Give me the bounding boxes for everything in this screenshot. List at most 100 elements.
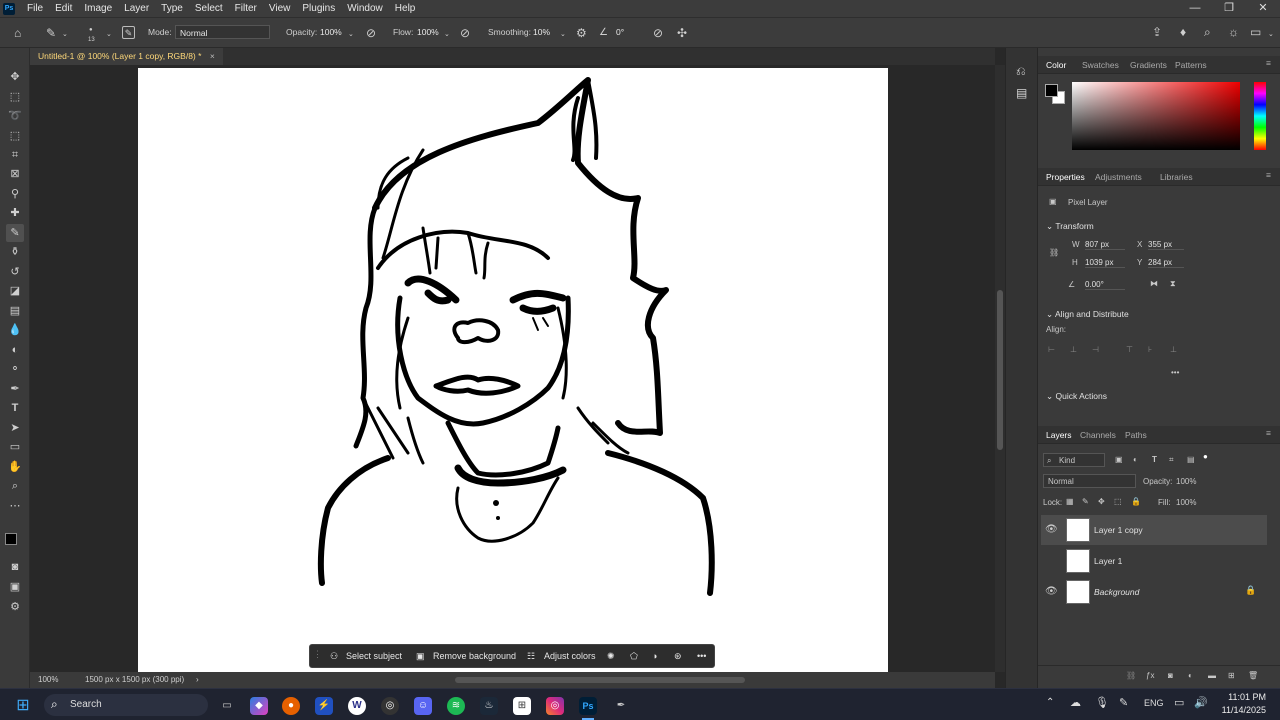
status-arrow-icon[interactable]: › <box>196 672 199 688</box>
panel-menu-icon[interactable]: ≡ <box>1266 428 1271 438</box>
align-center-icon[interactable]: ⊥ <box>1070 345 1077 354</box>
windows-start-icon[interactable]: ⊞ <box>14 697 32 715</box>
visibility-eye-icon[interactable]: 👁 <box>1045 586 1058 597</box>
menu-window[interactable]: Window <box>341 0 389 17</box>
tab-channels[interactable]: Channels <box>1080 430 1116 440</box>
eyedropper-tool-icon[interactable]: ⚲ <box>6 185 24 203</box>
healing-brush-tool-icon[interactable]: ✚ <box>6 204 24 222</box>
brush-settings-icon[interactable]: ✎ <box>122 26 135 39</box>
menu-image[interactable]: Image <box>78 0 118 17</box>
tab-properties[interactable]: Properties <box>1046 172 1085 182</box>
generative-icon[interactable]: ✺ <box>607 651 615 662</box>
pressure-size-icon[interactable]: ⊘ <box>653 27 663 39</box>
align-top-icon[interactable]: ⊤ <box>1126 345 1133 354</box>
copilot-icon[interactable]: ◆ <box>250 697 268 715</box>
pen-tool-icon[interactable]: ✒ <box>6 380 24 398</box>
transform-icon[interactable]: ⬠ <box>630 651 638 662</box>
airbrush-icon[interactable]: ⊘ <box>460 27 470 39</box>
quick-actions-header[interactable]: ⌄ Quick Actions <box>1046 391 1107 402</box>
gear-icon[interactable]: ⚙ <box>576 27 587 39</box>
select-subject-button[interactable]: Select subject <box>346 651 402 661</box>
flow-value[interactable]: 100% <box>417 27 439 37</box>
align-right-icon[interactable]: ⊣ <box>1092 345 1099 354</box>
zoom-search-tool-icon[interactable]: ⚬ <box>6 360 24 378</box>
more-tools-icon[interactable]: ⋯ <box>6 497 24 515</box>
app-icon[interactable]: ⚡ <box>315 697 333 715</box>
flip-vertical-icon[interactable]: ⧗ <box>1170 279 1176 289</box>
network-icon[interactable]: ▭ <box>1174 696 1184 709</box>
delete-layer-icon[interactable]: 🗑 <box>1248 671 1258 680</box>
photoshop-taskbar-icon[interactable]: Ps <box>579 697 597 715</box>
quick-mask-icon[interactable]: ◙ <box>6 558 24 576</box>
filter-adjustment-icon[interactable]: ◐ <box>1133 455 1138 464</box>
minimize-button[interactable]: — <box>1178 0 1212 17</box>
lock-transparent-icon[interactable]: ▦ <box>1066 497 1074 506</box>
tab-layers[interactable]: Layers <box>1046 430 1072 440</box>
close-tab-icon[interactable]: × <box>210 51 215 61</box>
gradient-tool-icon[interactable]: ▤ <box>6 302 24 320</box>
eraser-tool-icon[interactable]: ◪ <box>6 282 24 300</box>
transform-section-header[interactable]: ⌄ Transform <box>1046 221 1094 232</box>
filter-shape-icon[interactable]: ⌗ <box>1169 455 1174 465</box>
object-selection-tool-icon[interactable]: ⬚ <box>6 127 24 145</box>
align-section-header[interactable]: ⌄ Align and Distribute <box>1046 309 1129 320</box>
link-icon[interactable]: ⛓ <box>1049 248 1059 257</box>
layer-row-layer-1-copy[interactable]: 👁 Layer 1 copy <box>1041 515 1267 545</box>
menu-filter[interactable]: Filter <box>229 0 263 17</box>
discover-icon[interactable]: ☼ <box>1228 26 1239 38</box>
menu-plugins[interactable]: Plugins <box>296 0 341 17</box>
layer-style-icon[interactable]: ƒx <box>1146 671 1154 680</box>
align-bottom-icon[interactable]: ⊥ <box>1170 345 1177 354</box>
chrome-icon[interactable]: ◎ <box>381 697 399 715</box>
chevron-down-icon[interactable]: ⌄ <box>62 29 68 41</box>
maximize-button[interactable]: ❐ <box>1212 0 1246 17</box>
visibility-eye-icon[interactable]: 👁 <box>1045 524 1058 535</box>
lock-artboard-icon[interactable]: ⬚ <box>1114 497 1122 506</box>
pen-app-icon[interactable]: ✒ <box>612 697 630 715</box>
tab-paths[interactable]: Paths <box>1125 430 1147 440</box>
chevron-down-icon[interactable]: ⌄ <box>348 29 354 41</box>
height-field[interactable]: 1039 px <box>1085 258 1125 268</box>
new-group-icon[interactable]: ▬ <box>1208 671 1216 680</box>
chevron-down-icon[interactable]: ⌄ <box>1268 29 1274 41</box>
menu-help[interactable]: Help <box>389 0 422 17</box>
menu-type[interactable]: Type <box>155 0 189 17</box>
adjustment-icon[interactable]: ⊛ <box>674 651 682 662</box>
spotify-icon[interactable]: ≋ <box>447 697 465 715</box>
blend-mode-select[interactable]: Normal <box>1043 474 1136 488</box>
lock-all-icon[interactable]: 🔒 <box>1131 497 1141 506</box>
menu-layer[interactable]: Layer <box>118 0 155 17</box>
new-adjustment-icon[interactable]: ◐ <box>1188 671 1193 680</box>
menu-select[interactable]: Select <box>189 0 229 17</box>
tab-libraries[interactable]: Libraries <box>1160 172 1193 182</box>
layer-row-layer-1[interactable]: · Layer 1 <box>1041 546 1267 576</box>
add-mask-icon[interactable]: ◙ <box>1168 671 1173 680</box>
foreground-color-chip[interactable] <box>1045 84 1058 97</box>
workspace-icon[interactable]: ▭ <box>1250 26 1261 38</box>
panel-menu-icon[interactable]: ≡ <box>1266 170 1271 180</box>
filter-pixel-icon[interactable]: ▣ <box>1115 455 1123 464</box>
angle-field[interactable]: 0.00° <box>1085 280 1125 290</box>
tab-gradients[interactable]: Gradients <box>1130 60 1167 70</box>
tab-patterns[interactable]: Patterns <box>1175 60 1207 70</box>
x-field[interactable]: 355 px <box>1148 240 1184 250</box>
fill-value[interactable]: 100% <box>1176 498 1196 507</box>
instagram-icon[interactable]: ◎ <box>546 697 564 715</box>
hand-tool-icon[interactable]: ✋ <box>6 458 24 476</box>
vertical-scrollbar-thumb[interactable] <box>997 290 1003 450</box>
filter-smart-object-icon[interactable]: ▤ <box>1187 455 1195 464</box>
steam-icon[interactable]: ♨ <box>480 697 498 715</box>
chevron-down-icon[interactable]: ⌄ <box>106 29 112 41</box>
flip-horizontal-icon[interactable]: ⧓ <box>1150 279 1158 288</box>
zoom-tool-icon[interactable]: ⌕ <box>6 477 24 495</box>
comments-icon[interactable]: ▤ <box>1016 86 1027 100</box>
document-info[interactable]: 1500 px x 1500 px (300 ppi) <box>85 672 184 688</box>
angle-value[interactable]: 0° <box>616 27 624 37</box>
adjust-colors-button[interactable]: Adjust colors <box>544 651 596 661</box>
width-field[interactable]: 807 px <box>1085 240 1125 250</box>
remove-background-button[interactable]: Remove background <box>433 651 516 661</box>
path-selection-tool-icon[interactable]: ➤ <box>6 419 24 437</box>
lock-image-icon[interactable]: ✎ <box>1082 497 1089 506</box>
menu-edit[interactable]: Edit <box>49 0 78 17</box>
menu-file[interactable]: File <box>21 0 49 17</box>
